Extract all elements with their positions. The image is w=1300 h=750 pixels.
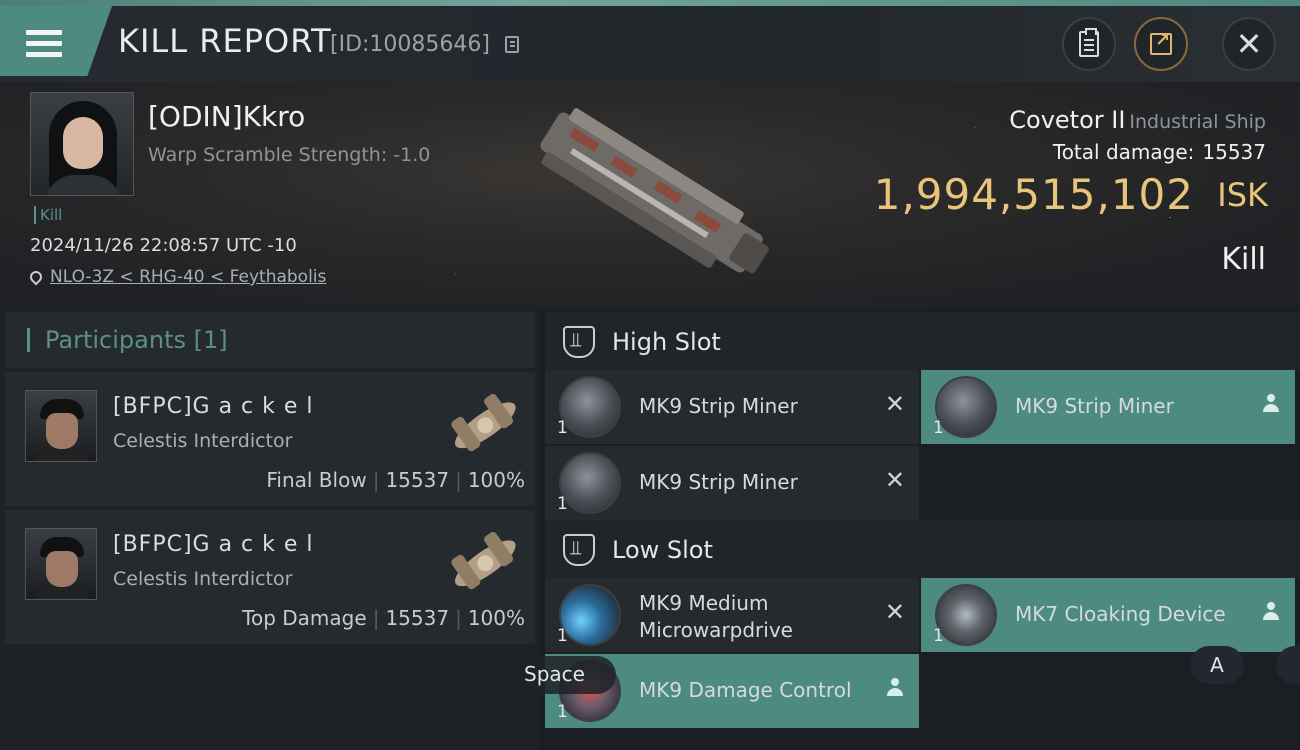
low-slot-icon [563,534,595,566]
kill-location[interactable]: NLO-3Z < RHG-40 < Feythabolis [27,267,327,287]
participant-damage: 15537 [385,606,450,630]
total-damage-label: Total damage: [1052,140,1195,164]
participants-title: Participants [1] [45,326,228,354]
participant-ship: Celestis Interdictor [113,430,293,452]
dropped-person-icon [1263,602,1279,622]
low-slot-header: Low Slot [545,520,1300,578]
module-quantity: 1 [557,702,568,722]
close-button[interactable]: ✕ [1222,17,1276,71]
top-accent-line [0,0,1300,6]
top-bar: KILL REPORT [ID:10085646] ✕ [0,0,1300,82]
victim-ship-name: Covetor II Industrial Ship [1009,106,1266,134]
location-pin-icon [27,268,45,286]
module-item[interactable]: 1 MK9 Strip Miner ✕ [545,370,919,444]
a-key-hint[interactable]: A [1190,646,1244,684]
participant-avatar[interactable] [25,528,97,600]
module-name: MK9 Medium Microwarpdrive [639,590,793,644]
participant-role: Final Blow [266,468,367,492]
kill-timestamp: 2024/11/26 22:08:57 UTC -10 [30,235,297,256]
copy-icon[interactable] [505,36,519,53]
victim-portrait[interactable] [30,92,134,196]
strip-miner-icon [559,452,621,514]
menu-button[interactable] [0,6,112,76]
share-icon [1150,30,1172,55]
participant-ship-image [451,393,516,452]
ship-name-text[interactable]: Covetor II [1009,106,1125,134]
total-damage: Total damage: 15537 [1053,140,1266,164]
destroyed-icon: ✕ [884,598,905,626]
clipboard-icon [1079,28,1099,57]
module-quantity: 1 [557,626,568,646]
warp-scramble-strength: Warp Scramble Strength: -1.0 [148,144,431,166]
destroyed-icon: ✕ [884,390,905,418]
module-name-line-2: Microwarpdrive [639,618,793,642]
module-item[interactable]: 1 MK7 Cloaking Device [921,578,1295,652]
high-slot-icon [563,326,595,358]
module-item[interactable]: 1 MK9 Strip Miner [921,370,1295,444]
kill-tag: Kill [34,206,62,224]
module-name-line-1: MK9 Medium [639,591,769,615]
strip-miner-icon [935,376,997,438]
share-button[interactable] [1134,17,1188,71]
module-quantity: 1 [933,626,944,646]
dropped-person-icon [887,678,903,698]
module-name: MK9 Strip Miner [639,470,798,494]
hamburger-icon [26,30,62,60]
total-damage-value: 15537 [1202,140,1266,164]
participants-header: Participants [1] [5,312,535,368]
participants-panel: Participants [1] [BFPC]G a c k e l Celes… [0,308,540,750]
module-quantity: 1 [557,418,568,438]
ship-class: Industrial Ship [1129,111,1266,133]
destroyed-icon: ✕ [884,466,905,494]
participant-card[interactable]: [BFPC]G a c k e l Celestis Interdictor T… [5,510,535,644]
high-slot-title: High Slot [612,328,721,356]
microwarpdrive-icon [559,584,621,646]
participant-card[interactable]: [BFPC]G a c k e l Celestis Interdictor F… [5,372,535,506]
participant-stats: Final Blow | 15537 | 100% [266,468,525,492]
strip-miner-icon [559,376,621,438]
clipboard-button[interactable] [1062,17,1116,71]
module-item[interactable]: 1 MK9 Medium Microwarpdrive ✕ [545,578,919,652]
participant-name: [BFPC]G a c k e l [113,532,314,557]
isk-value: 1,994,515,102 [873,170,1194,219]
participant-ship-image [451,531,516,590]
module-name: MK9 Strip Miner [639,394,798,418]
dropped-person-icon [1263,394,1279,414]
module-item[interactable]: 1 MK9 Strip Miner ✕ [545,446,919,520]
module-name: MK9 Damage Control [639,678,852,702]
close-icon: ✕ [1235,25,1263,63]
participant-stats: Top Damage | 15537 | 100% [242,606,525,630]
isk-unit: ISK [1217,176,1268,214]
module-quantity: 1 [557,494,568,514]
participant-name: [BFPC]G a c k e l [113,394,314,419]
module-name: MK7 Cloaking Device [1015,602,1226,626]
victim-ship-image [540,108,769,274]
participant-percent: 100% [467,606,525,630]
victim-name[interactable]: [ODIN]Kkro [148,100,305,133]
report-id: [ID:10085646] [330,32,490,57]
participant-damage: 15537 [385,468,450,492]
high-slot-header: High Slot [545,312,1300,370]
location-text: NLO-3Z < RHG-40 < Feythabolis [50,267,327,287]
participant-role: Top Damage [242,606,367,630]
cloaking-device-icon [935,584,997,646]
page-title: KILL REPORT [118,22,332,60]
participant-percent: 100% [467,468,525,492]
participant-avatar[interactable] [25,390,97,462]
result-label: Kill [1221,242,1266,277]
victim-panel: [ODIN]Kkro Warp Scramble Strength: -1.0 … [0,82,1300,308]
participant-ship: Celestis Interdictor [113,568,293,590]
module-quantity: 1 [933,418,944,438]
low-slot-title: Low Slot [612,536,713,564]
space-key-hint[interactable]: Space [506,656,616,694]
fitting-panel: High Slot 1 MK9 Strip Miner ✕ 1 MK9 Stri… [545,308,1300,750]
module-name: MK9 Strip Miner [1015,394,1174,418]
